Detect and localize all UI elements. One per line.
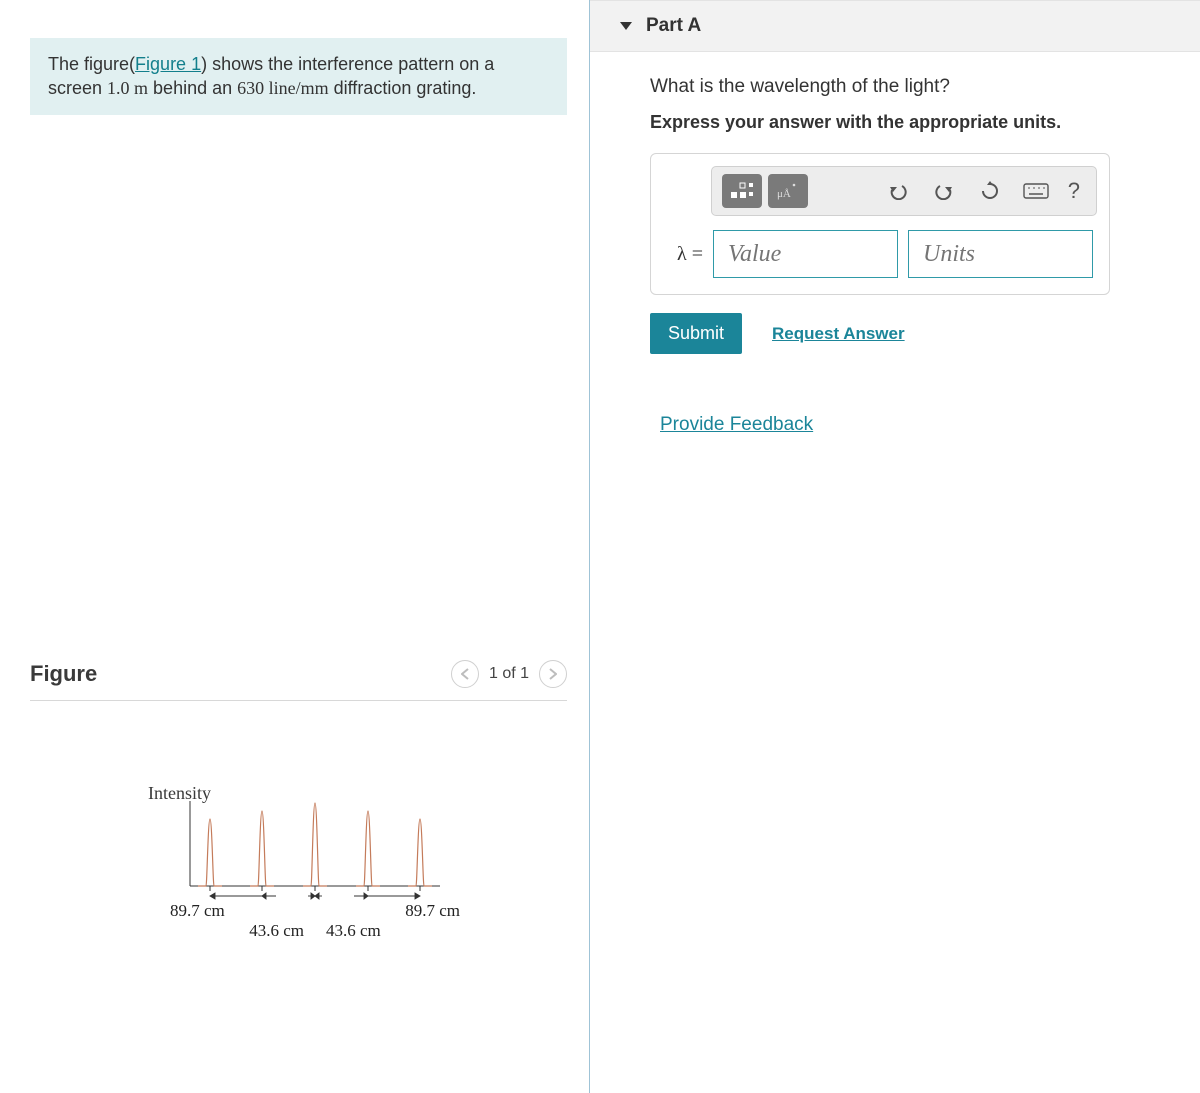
svg-text:μÅ: μÅ bbox=[777, 188, 791, 200]
problem-statement: The figure(Figure 1) shows the interfere… bbox=[30, 38, 567, 115]
figure-next-button[interactable] bbox=[539, 660, 567, 688]
collapse-caret-icon bbox=[620, 22, 632, 30]
figure-counter: 1 of 1 bbox=[489, 665, 529, 683]
units-input[interactable] bbox=[908, 230, 1093, 278]
answer-box: μÅ bbox=[650, 153, 1110, 295]
help-button[interactable]: ? bbox=[1062, 178, 1086, 204]
figure-title: Figure bbox=[30, 661, 97, 687]
figure-prev-button[interactable] bbox=[451, 660, 479, 688]
figure-link[interactable]: Figure 1 bbox=[135, 54, 201, 74]
problem-text-suffix: diffraction grating. bbox=[329, 78, 477, 98]
answer-toolbar: μÅ bbox=[711, 166, 1097, 216]
question-text: What is the wavelength of the light? bbox=[650, 76, 1160, 98]
reset-button[interactable] bbox=[970, 174, 1010, 208]
outer-distance-right: 89.7 cm bbox=[405, 901, 460, 921]
keyboard-button[interactable] bbox=[1016, 174, 1056, 208]
redo-button[interactable] bbox=[924, 174, 964, 208]
part-a-header[interactable]: Part A bbox=[590, 0, 1200, 52]
inner-distance-right: 43.6 cm bbox=[326, 921, 381, 941]
value-input[interactable] bbox=[713, 230, 898, 278]
templates-button[interactable] bbox=[722, 174, 762, 208]
intensity-plot: Intensity bbox=[150, 791, 480, 971]
problem-grating: 630 line/mm bbox=[237, 78, 329, 98]
lambda-label: λ = bbox=[663, 243, 703, 266]
part-a-title: Part A bbox=[646, 15, 701, 37]
problem-text-mid2: behind an bbox=[148, 78, 237, 98]
outer-distance-left: 89.7 cm bbox=[170, 901, 225, 921]
submit-button[interactable]: Submit bbox=[650, 313, 742, 354]
problem-distance: 1.0 m bbox=[107, 78, 148, 98]
problem-text-prefix: The figure( bbox=[48, 54, 135, 74]
provide-feedback-link[interactable]: Provide Feedback bbox=[660, 414, 813, 436]
undo-button[interactable] bbox=[878, 174, 918, 208]
intensity-axis-label: Intensity bbox=[148, 783, 211, 804]
answer-instruction: Express your answer with the appropriate… bbox=[650, 112, 1160, 133]
units-menu-button[interactable]: μÅ bbox=[768, 174, 808, 208]
inner-distance-left: 43.6 cm bbox=[249, 921, 304, 941]
request-answer-link[interactable]: Request Answer bbox=[772, 324, 905, 344]
